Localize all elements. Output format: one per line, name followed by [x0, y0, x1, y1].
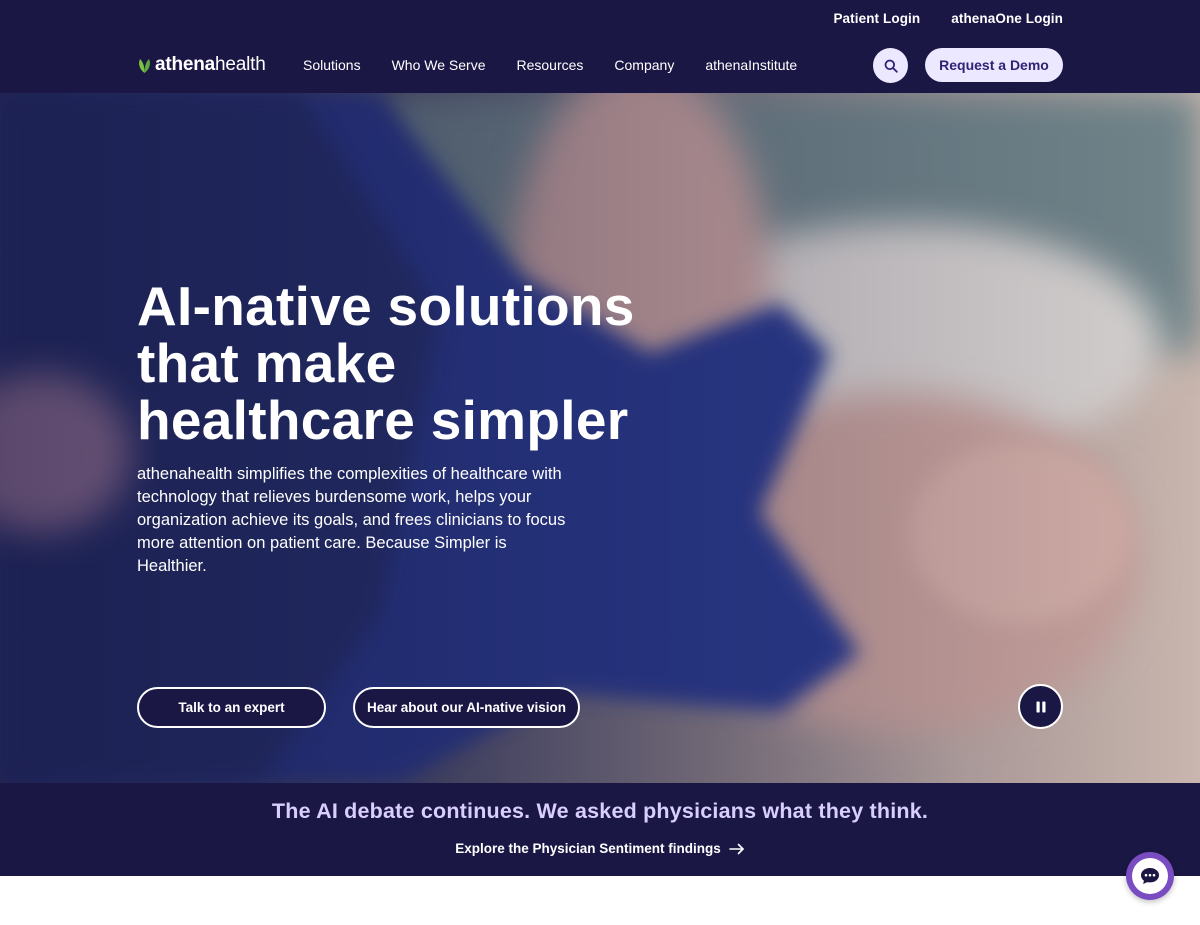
search-icon — [884, 59, 898, 73]
banner-headline: The AI debate continues. We asked physic… — [271, 799, 929, 823]
logo-wordmark: athenahealth — [155, 54, 266, 75]
search-button[interactable] — [873, 48, 908, 83]
patient-login-link[interactable]: Patient Login — [833, 11, 920, 26]
pause-video-button[interactable] — [1018, 684, 1063, 729]
leaf-icon — [139, 58, 150, 73]
announcement-banner: The AI debate continues. We asked physic… — [0, 783, 1200, 876]
nav-solutions[interactable]: Solutions — [303, 57, 361, 73]
arrow-right-icon — [728, 843, 744, 854]
athenaone-login-link[interactable]: athenaOne Login — [951, 11, 1063, 26]
talk-to-expert-button[interactable]: Talk to an expert — [137, 687, 326, 728]
nav-resources[interactable]: Resources — [516, 57, 583, 73]
utility-nav: Patient Login athenaOne Login — [833, 11, 1063, 26]
nav-company[interactable]: Company — [614, 57, 674, 73]
ai-vision-button[interactable]: Hear about our AI-native vision — [353, 687, 580, 728]
site-header: Patient Login athenaOne Login athenaheal… — [0, 0, 1200, 93]
physician-sentiment-link-label: Explore the Physician Sentiment findings — [455, 841, 721, 856]
nav-athenainstitute[interactable]: athenaInstitute — [705, 57, 797, 73]
hero-subtitle: athenahealth simplifies the complexities… — [137, 465, 566, 575]
hero-title: AI-native solutions that make healthcare… — [137, 275, 635, 451]
chat-launcher-button[interactable] — [1126, 852, 1174, 900]
physician-sentiment-link[interactable]: Explore the Physician Sentiment findings — [0, 841, 1200, 856]
main-nav: Solutions Who We Serve Resources Company… — [303, 57, 797, 73]
athenahealth-logo[interactable]: athenahealth — [137, 54, 266, 76]
request-demo-button[interactable]: Request a Demo — [925, 48, 1063, 82]
chat-launcher-inner — [1132, 858, 1168, 894]
nav-who-we-serve[interactable]: Who We Serve — [392, 57, 486, 73]
hero-section: AI-native solutions that make healthcare… — [0, 93, 1200, 783]
pause-icon — [1036, 701, 1045, 712]
chat-bubble-icon — [1141, 868, 1159, 884]
